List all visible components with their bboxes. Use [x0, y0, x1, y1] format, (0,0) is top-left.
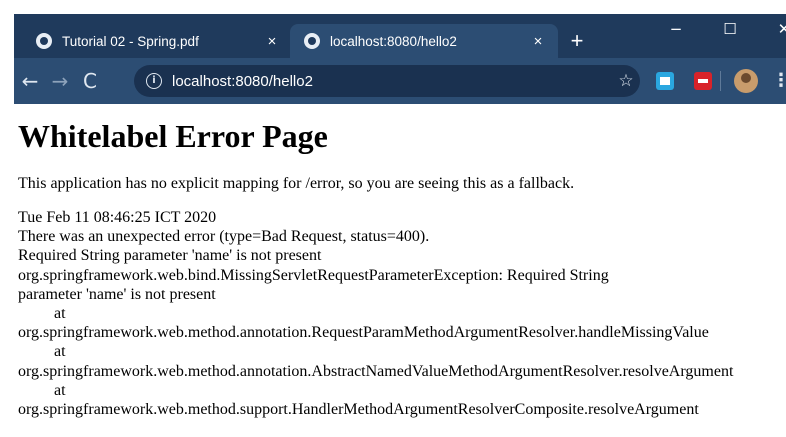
tab-localhost[interactable]: localhost:8080/hello2 ×	[290, 24, 558, 58]
globe-icon	[36, 33, 52, 49]
stack-trace-line: at	[54, 381, 66, 399]
error-details: Tue Feb 11 08:46:25 ICT 2020 There was a…	[18, 208, 786, 419]
address-bar[interactable]: i ☆	[134, 65, 640, 97]
extension-icon[interactable]	[656, 72, 674, 90]
stack-trace-line: parameter 'name' is not present	[18, 285, 216, 303]
stack-trace-line: org.springframework.web.bind.MissingServ…	[18, 266, 609, 284]
timestamp: Tue Feb 11 08:46:25 ICT 2020	[18, 209, 217, 226]
reload-button[interactable]: C	[76, 67, 104, 95]
tab-title: localhost:8080/hello2	[330, 33, 457, 49]
url-input[interactable]	[172, 72, 612, 90]
bookmark-star-icon[interactable]: ☆	[612, 71, 640, 91]
extension-icon[interactable]	[694, 72, 712, 90]
stack-trace-line: org.springframework.web.method.annotatio…	[18, 324, 709, 342]
back-button[interactable]: ←	[16, 67, 44, 95]
stack-trace-line: org.springframework.web.method.support.H…	[18, 401, 699, 419]
tab-tutorial-pdf[interactable]: Tutorial 02 - Spring.pdf ×	[22, 24, 292, 58]
page-content: Whitelabel Error Page This application h…	[18, 116, 786, 419]
error-summary: There was an unexpected error (type=Bad …	[18, 228, 430, 246]
tab-bar: Tutorial 02 - Spring.pdf × localhost:808…	[14, 14, 786, 58]
forward-button[interactable]: →	[46, 67, 74, 95]
stack-trace-line: at	[54, 343, 66, 361]
page-title: Whitelabel Error Page	[18, 118, 328, 154]
tab-title: Tutorial 02 - Spring.pdf	[62, 33, 199, 49]
close-window-button[interactable]: ✕	[762, 14, 786, 44]
browser-chrome: Tutorial 02 - Spring.pdf × localhost:808…	[14, 14, 786, 104]
error-description: This application has no explicit mapping…	[18, 175, 575, 192]
info-icon[interactable]: i	[146, 73, 162, 89]
stack-trace-line: org.springframework.web.method.annotatio…	[18, 362, 734, 380]
new-tab-button[interactable]: +	[564, 28, 590, 54]
error-message: Required String parameter 'name' is not …	[18, 247, 322, 265]
toolbar-divider	[720, 71, 721, 91]
minimize-button[interactable]: −	[654, 14, 698, 44]
globe-icon	[304, 33, 320, 49]
menu-icon[interactable]: ⋮	[772, 67, 786, 95]
stack-trace-line: at	[54, 305, 66, 323]
close-tab-icon[interactable]: ×	[264, 33, 280, 50]
maximize-button[interactable]: ☐	[708, 14, 752, 44]
top-strip	[0, 0, 786, 14]
browser-toolbar: ← → C i ☆ ⋮	[14, 58, 786, 104]
profile-avatar[interactable]	[734, 69, 758, 93]
close-tab-icon[interactable]: ×	[530, 33, 546, 50]
